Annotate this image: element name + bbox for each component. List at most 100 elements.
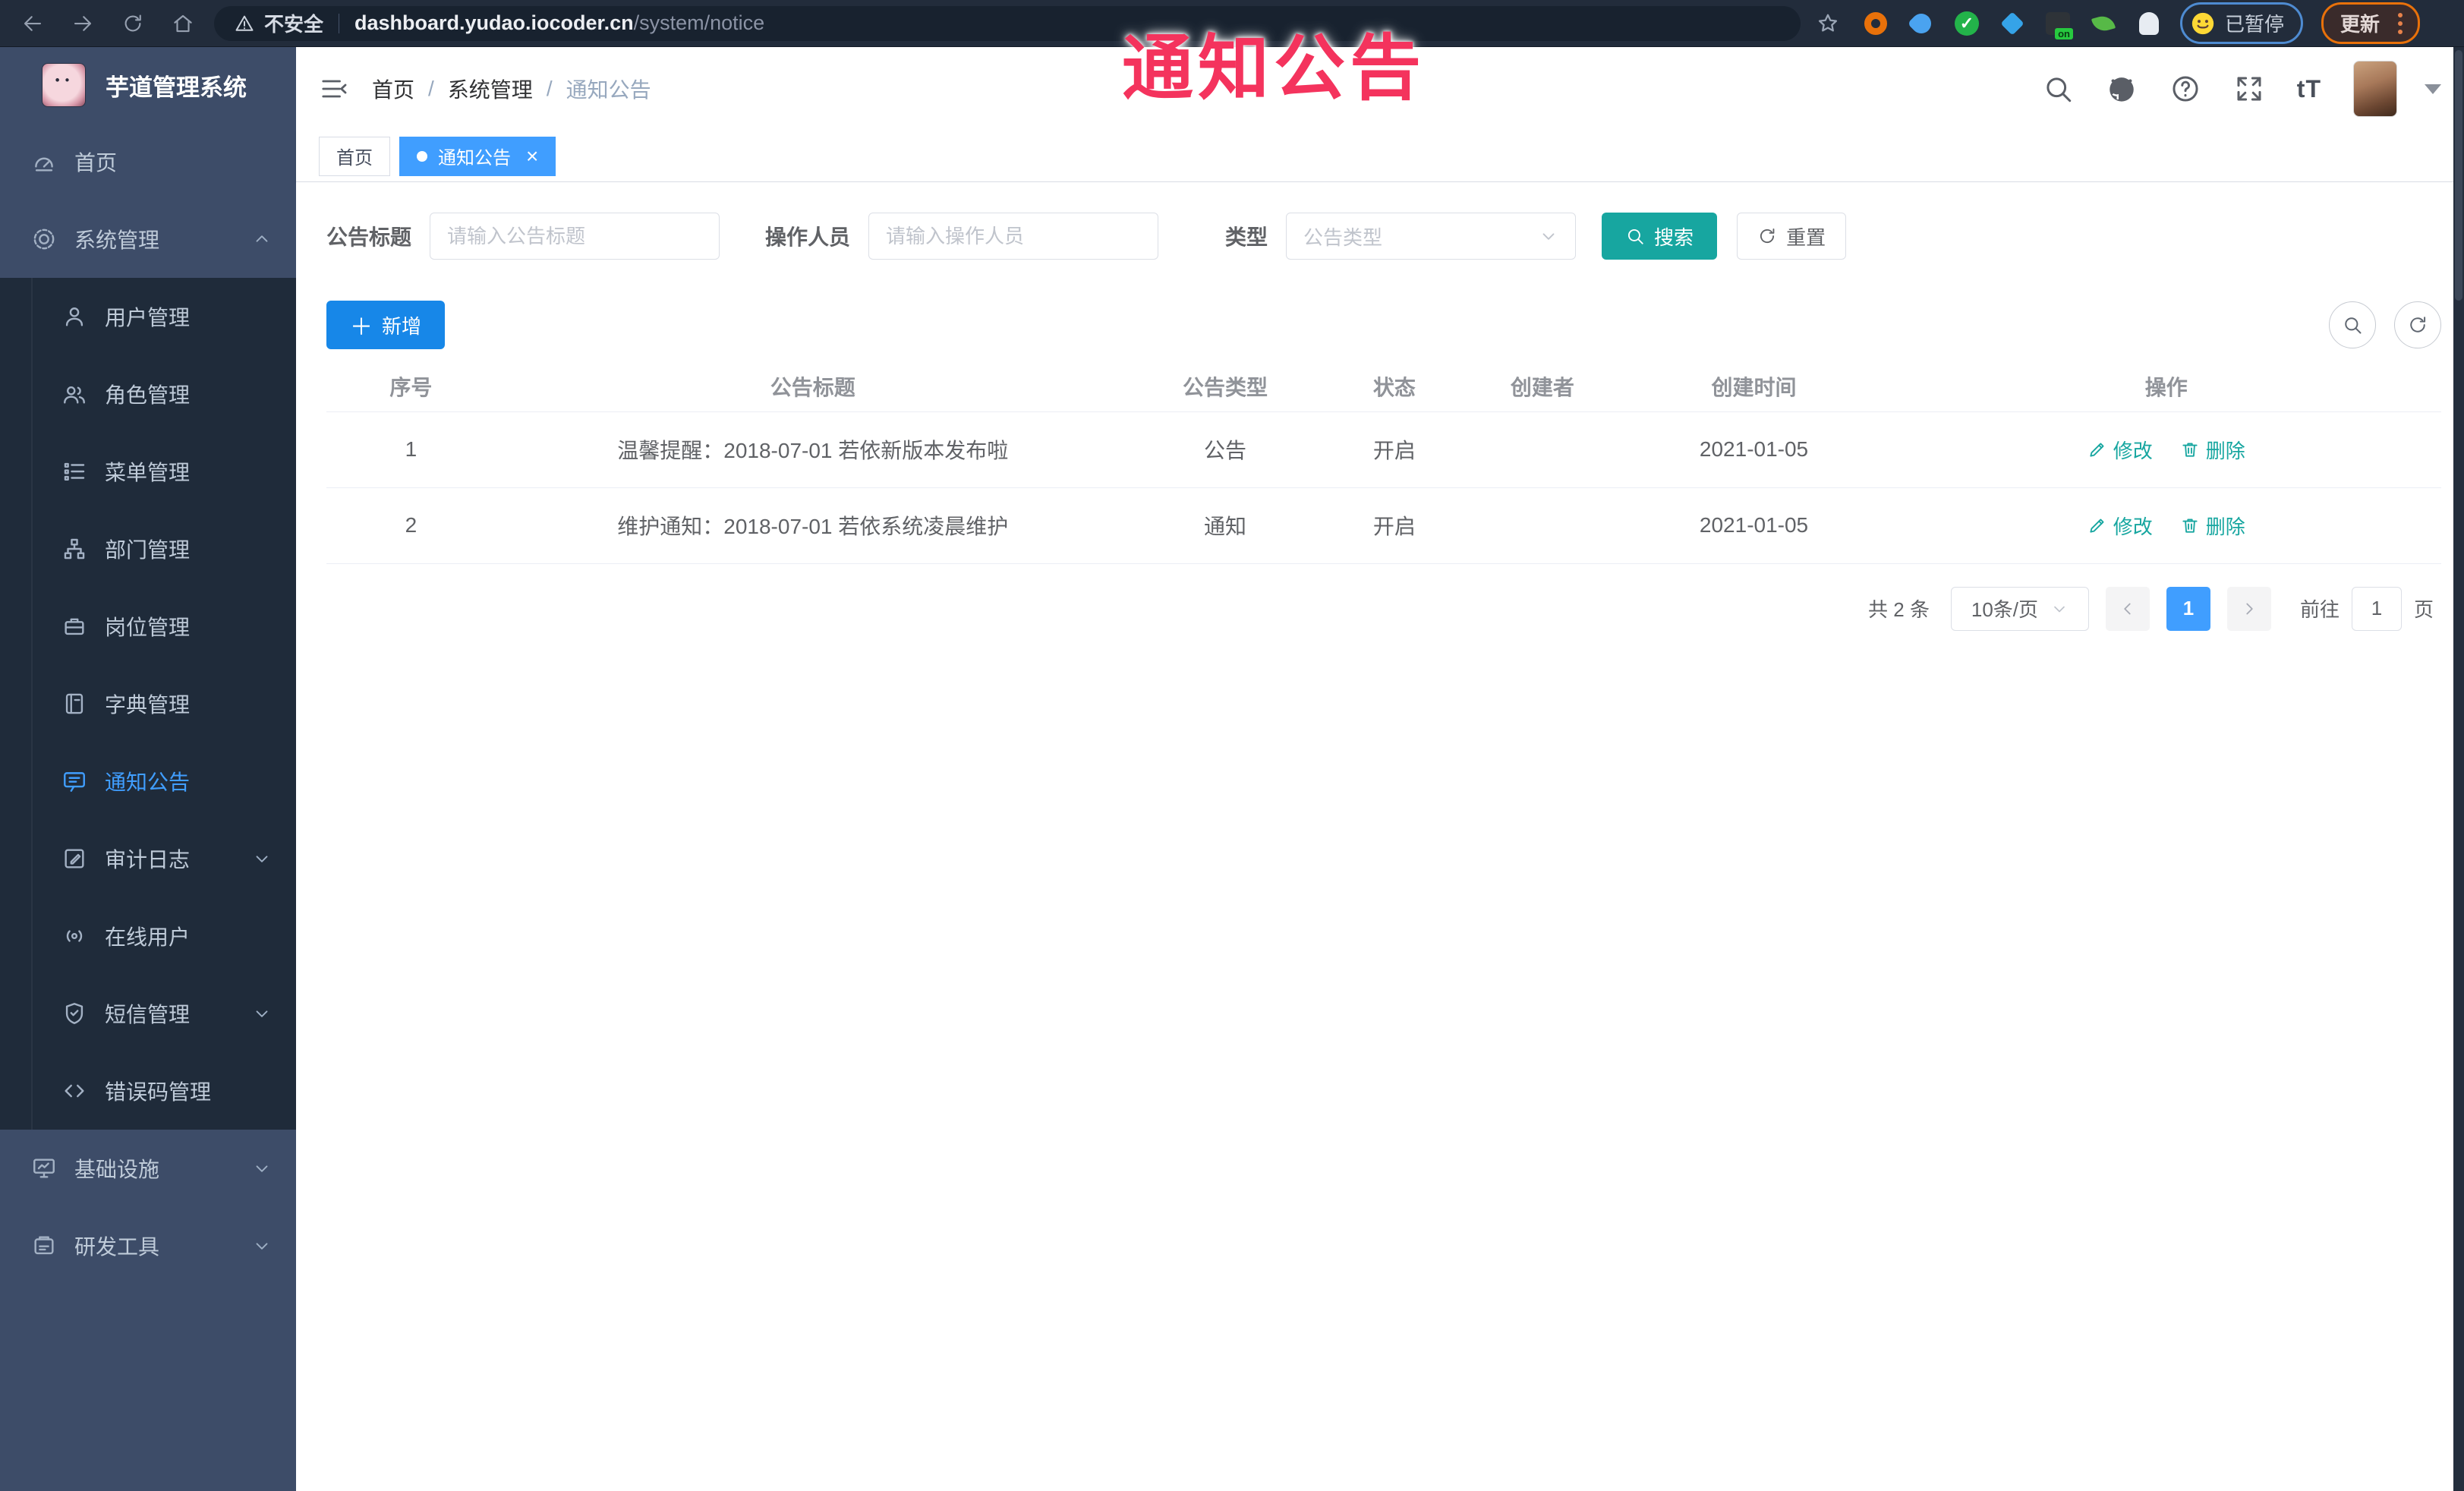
log-icon bbox=[61, 845, 88, 872]
edit-link-label: 修改 bbox=[2113, 515, 2153, 538]
page-number-button[interactable]: 1 bbox=[2166, 586, 2210, 631]
security-label: 不安全 bbox=[264, 13, 324, 36]
sidebar-item-users[interactable]: 用户管理 bbox=[0, 278, 296, 355]
browser-update-pill[interactable]: 更新 bbox=[2321, 2, 2421, 44]
operator-filter-label: 操作人员 bbox=[765, 225, 851, 249]
sidebar-logo[interactable]: 芋道管理系统 bbox=[0, 47, 296, 123]
trash-icon bbox=[2182, 519, 2198, 533]
extension-leaf-icon[interactable] bbox=[2091, 11, 2116, 36]
users-icon bbox=[61, 380, 88, 408]
delete-link[interactable]: 删除 bbox=[2180, 436, 2245, 464]
title-filter-input[interactable] bbox=[430, 213, 720, 260]
scrollbar-thumb[interactable] bbox=[2455, 50, 2462, 301]
search-button[interactable]: 搜索 bbox=[1602, 213, 1718, 260]
sidebar-item-online-users[interactable]: 在线用户 bbox=[0, 897, 296, 975]
sidebar-item-sms[interactable]: 短信管理 bbox=[0, 975, 296, 1052]
refresh-icon bbox=[1760, 228, 1775, 243]
extension-orange-ring-icon[interactable] bbox=[1863, 11, 1889, 36]
github-icon[interactable] bbox=[2106, 73, 2138, 105]
pagination-total: 共 2 条 bbox=[1868, 598, 1930, 621]
sidebar-item-departments[interactable]: 部门管理 bbox=[0, 510, 296, 588]
fullscreen-icon[interactable] bbox=[2233, 73, 2265, 105]
chevron-down-icon bbox=[252, 1004, 272, 1023]
sidebar-item-label: 错误码管理 bbox=[105, 1080, 212, 1104]
font-size-icon[interactable]: tT bbox=[2297, 75, 2321, 103]
extension-on-badge-icon[interactable]: on bbox=[2045, 11, 2073, 39]
extension-blue-drop-icon[interactable] bbox=[1907, 9, 1936, 37]
sidebar-item-error-codes[interactable]: 错误码管理 bbox=[0, 1052, 296, 1130]
menu-list-icon bbox=[61, 458, 88, 485]
add-button[interactable]: ＋ 新增 bbox=[326, 301, 446, 349]
sidebar-item-dictionary[interactable]: 字典管理 bbox=[0, 665, 296, 742]
type-select-placeholder: 公告类型 bbox=[1303, 225, 1383, 249]
breadcrumb-separator: / bbox=[546, 77, 553, 100]
profile-paused-pill[interactable]: 已暂停 bbox=[2180, 2, 2304, 44]
tags-view-bar: 首页 通知公告 × bbox=[296, 131, 2464, 182]
sidebar-item-dev-tools[interactable]: 研发工具 bbox=[0, 1207, 296, 1285]
active-tab-dot bbox=[417, 150, 427, 162]
code-icon bbox=[61, 1077, 88, 1105]
url-path: /system/notice bbox=[633, 11, 765, 34]
window-scrollbar[interactable] bbox=[2453, 47, 2464, 1491]
sidebar-item-posts[interactable]: 岗位管理 bbox=[0, 588, 296, 665]
sidebar-item-audit-log[interactable]: 审计日志 bbox=[0, 820, 296, 897]
sidebar-item-label: 审计日志 bbox=[105, 848, 191, 872]
cell-title: 维护通知：2018-07-01 若依系统凌晨维护 bbox=[495, 487, 1130, 564]
refresh-table-button[interactable] bbox=[2394, 301, 2441, 348]
breadcrumb-system[interactable]: 系统管理 bbox=[448, 74, 533, 104]
sidebar-item-notice[interactable]: 通知公告 bbox=[0, 742, 296, 820]
toggle-search-button[interactable] bbox=[2329, 301, 2376, 348]
address-bar[interactable]: 不安全 dashboard.yudao.iocoder.cn/system/no… bbox=[214, 5, 1801, 41]
breadcrumb-home[interactable]: 首页 bbox=[372, 74, 414, 104]
extension-ghost-icon[interactable] bbox=[2136, 11, 2162, 36]
sidebar-item-menus[interactable]: 菜单管理 bbox=[0, 433, 296, 510]
system-submenu: 用户管理 角色管理 菜单管理 部门管理 岗位管理 字典管理 通知公告 审计日志 … bbox=[0, 278, 296, 1130]
chevron-down-icon bbox=[252, 849, 272, 868]
bookmark-star-icon[interactable] bbox=[1816, 11, 1840, 36]
header-search-icon[interactable] bbox=[2042, 73, 2074, 105]
help-icon[interactable] bbox=[2169, 73, 2201, 105]
reset-button[interactable]: 重置 bbox=[1737, 213, 1847, 260]
forward-icon[interactable] bbox=[68, 9, 97, 38]
edit-link[interactable]: 修改 bbox=[2087, 436, 2153, 464]
filter-form: 公告标题 操作人员 类型 公告类型 搜索 重置 bbox=[326, 213, 2441, 260]
col-header-no: 序号 bbox=[326, 361, 496, 412]
kebab-menu-icon[interactable] bbox=[2395, 11, 2406, 36]
back-icon[interactable] bbox=[18, 9, 47, 38]
user-icon bbox=[61, 303, 88, 330]
goto-label: 前往 bbox=[2299, 598, 2340, 621]
prev-page-button[interactable] bbox=[2105, 586, 2150, 631]
cell-created: 2021-01-05 bbox=[1616, 411, 1892, 488]
sidebar-item-infrastructure[interactable]: 基础设施 bbox=[0, 1130, 296, 1207]
goto-page-input[interactable] bbox=[2351, 586, 2402, 631]
sidebar-item-label: 短信管理 bbox=[105, 1003, 191, 1026]
book-icon bbox=[61, 690, 88, 717]
hamburger-icon[interactable] bbox=[319, 74, 349, 104]
org-tree-icon bbox=[61, 535, 88, 563]
pagination: 共 2 条 10条/页 1 前往 页 bbox=[326, 586, 2441, 631]
extension-green-check-icon[interactable]: ✓ bbox=[1954, 11, 1980, 36]
avatar-caret-icon[interactable] bbox=[2425, 84, 2441, 94]
online-icon bbox=[61, 922, 88, 950]
user-avatar[interactable] bbox=[2353, 61, 2397, 117]
sidebar-item-home[interactable]: 首页 bbox=[0, 123, 296, 200]
reload-icon[interactable] bbox=[118, 9, 147, 38]
title-filter-label: 公告标题 bbox=[326, 225, 412, 249]
sidebar-item-roles[interactable]: 角色管理 bbox=[0, 355, 296, 433]
toolbox-icon bbox=[30, 1232, 58, 1259]
next-page-button[interactable] bbox=[2226, 586, 2271, 631]
extension-blue-diamond-icon[interactable] bbox=[1999, 11, 2025, 36]
delete-link[interactable]: 删除 bbox=[2180, 512, 2245, 540]
home-icon[interactable] bbox=[169, 9, 197, 38]
type-filter-select[interactable]: 公告类型 bbox=[1286, 213, 1577, 260]
edit-link[interactable]: 修改 bbox=[2087, 512, 2153, 540]
paused-label: 已暂停 bbox=[2225, 13, 2285, 36]
sidebar-item-system[interactable]: 系统管理 bbox=[0, 200, 296, 278]
operator-filter-input[interactable] bbox=[868, 213, 1159, 260]
page-size-select[interactable]: 10条/页 bbox=[1950, 586, 2089, 631]
tab-notice[interactable]: 通知公告 × bbox=[399, 136, 556, 176]
tab-home[interactable]: 首页 bbox=[319, 136, 390, 176]
close-icon[interactable]: × bbox=[526, 145, 538, 167]
delete-link-label: 删除 bbox=[2205, 515, 2245, 538]
table-toolbar: ＋ 新增 bbox=[326, 301, 2441, 349]
